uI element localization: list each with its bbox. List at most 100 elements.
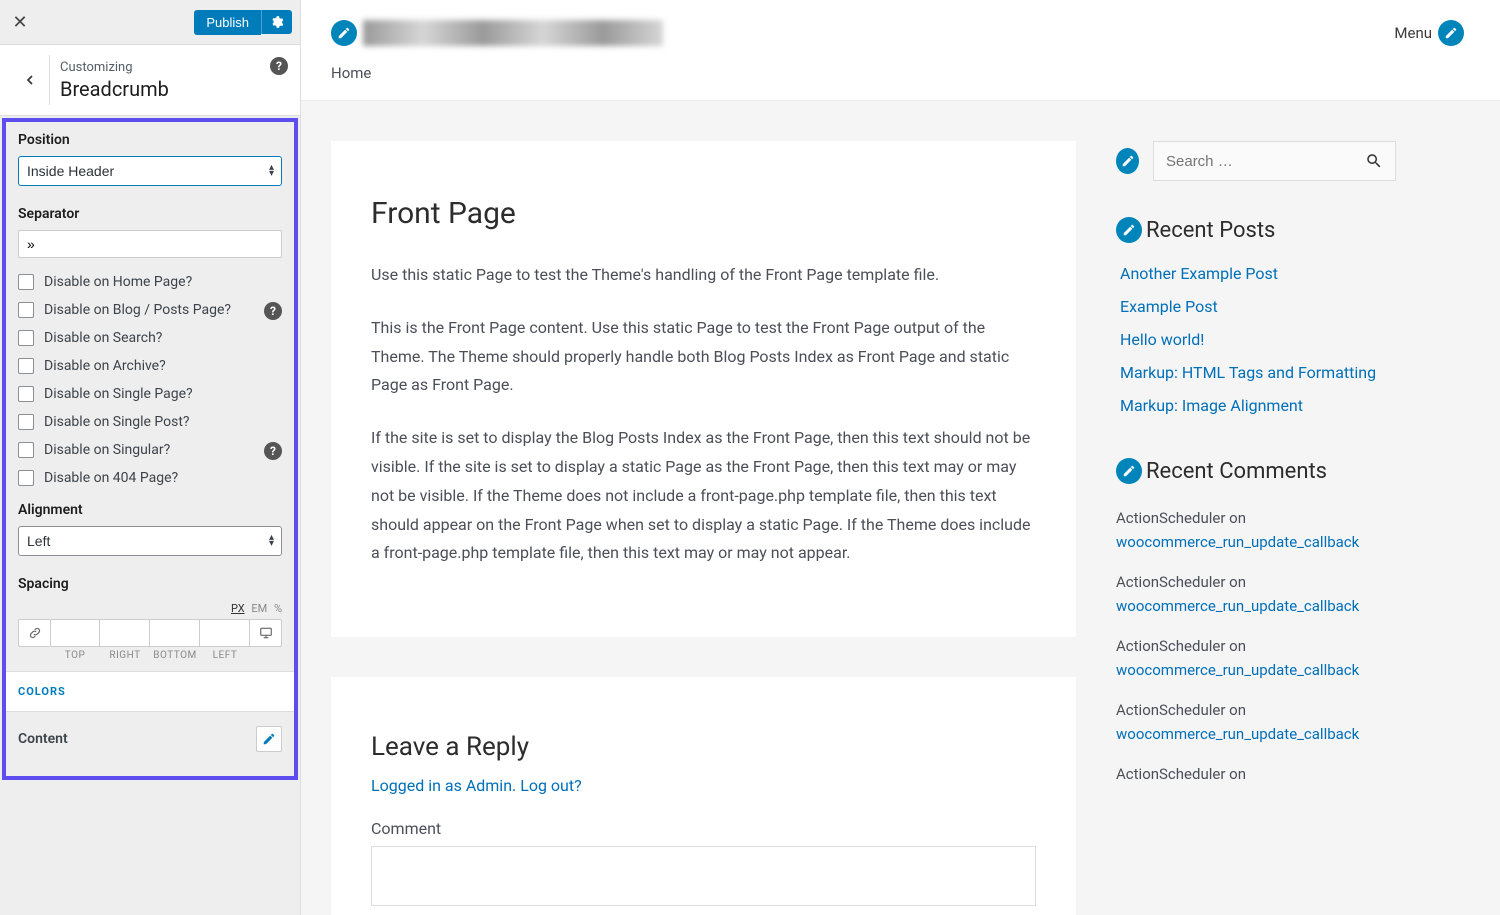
page-title: Front Page	[371, 196, 1036, 231]
site-title-redacted	[363, 20, 663, 46]
disable-archive-label[interactable]: Disable on Archive?	[44, 358, 166, 374]
section-header: Customizing Breadcrumb ?	[0, 45, 300, 116]
disable-blog-checkbox[interactable]	[18, 302, 34, 318]
disable-singular-label[interactable]: Disable on Singular?	[44, 442, 170, 458]
close-button[interactable]: ✕	[10, 12, 30, 32]
disable-single-post-checkbox[interactable]	[18, 414, 34, 430]
edit-shortcut-recent-comments[interactable]	[1116, 458, 1142, 484]
pencil-icon	[337, 26, 351, 40]
customizing-label: Customizing	[60, 60, 288, 75]
pencil-icon	[1444, 26, 1458, 40]
recent-posts-title: Recent Posts	[1146, 218, 1275, 243]
chevron-left-icon	[22, 72, 38, 88]
disable-search-checkbox[interactable]	[18, 330, 34, 346]
desktop-icon	[259, 626, 273, 640]
section-title: Breadcrumb	[60, 77, 288, 101]
disable-404-checkbox[interactable]	[18, 470, 34, 486]
spacing-units: PX EM %	[6, 602, 294, 615]
search-widget	[1116, 141, 1396, 181]
spacing-bottom-input[interactable]	[150, 619, 200, 647]
logout-link[interactable]: Log out?	[520, 776, 581, 795]
link-icon	[28, 626, 42, 640]
menu-label[interactable]: Menu	[1394, 24, 1432, 42]
colors-title: COLORS	[18, 685, 66, 698]
logged-in-link[interactable]: Logged in as Admin.	[371, 776, 516, 795]
publish-button[interactable]: Publish	[194, 10, 261, 35]
content-label: Content	[18, 731, 68, 747]
help-icon[interactable]: ?	[270, 57, 288, 75]
spacing-device-button[interactable]	[250, 619, 282, 647]
comment-link[interactable]: woocommerce_run_update_callback	[1116, 533, 1359, 551]
back-button[interactable]	[10, 55, 50, 105]
header-actions: Publish	[194, 10, 292, 35]
disable-singular-checkbox[interactable]	[18, 442, 34, 458]
spacing-top-input[interactable]	[50, 619, 100, 647]
spacing-unit-em[interactable]: EM	[251, 602, 267, 615]
disable-home-label[interactable]: Disable on Home Page?	[44, 274, 192, 290]
recent-post-link[interactable]: Markup: HTML Tags and Formatting	[1120, 363, 1376, 382]
edit-shortcut-menu[interactable]	[1438, 20, 1464, 46]
comment-label: Comment	[371, 819, 1036, 838]
preview-area: Menu Home Front Page Use this static Pag…	[301, 0, 1500, 915]
search-field[interactable]	[1153, 141, 1396, 181]
position-label: Position	[18, 132, 282, 148]
recent-post-link[interactable]: Markup: Image Alignment	[1120, 396, 1303, 415]
comment-link[interactable]: woocommerce_run_update_callback	[1116, 661, 1359, 679]
disable-single-page-label[interactable]: Disable on Single Page?	[44, 386, 193, 402]
recent-post-link[interactable]: Hello world!	[1120, 330, 1204, 349]
spacing-right-input[interactable]	[100, 619, 150, 647]
disable-blog-label[interactable]: Disable on Blog / Posts Page?	[44, 302, 231, 318]
content-edit-button[interactable]	[256, 726, 282, 752]
breadcrumb-home[interactable]: Home	[331, 64, 371, 82]
comment-item: ActionScheduler on woocommerce_run_updat…	[1116, 690, 1396, 754]
search-icon	[1365, 152, 1383, 170]
reply-title: Leave a Reply	[371, 732, 1036, 762]
alignment-label: Alignment	[18, 502, 282, 518]
content-para-3: If the site is set to display the Blog P…	[371, 424, 1036, 568]
spacing-left-input[interactable]	[200, 619, 250, 647]
edit-shortcut-search[interactable]	[1116, 148, 1139, 174]
controls-body: Position Inside Header ▴▾ Separator Disa…	[2, 118, 298, 780]
search-input[interactable]	[1166, 153, 1365, 170]
disable-single-post-label[interactable]: Disable on Single Post?	[44, 414, 190, 430]
edit-shortcut-recent-posts[interactable]	[1116, 217, 1142, 243]
publish-settings-button[interactable]	[261, 10, 292, 34]
disable-single-page-checkbox[interactable]	[18, 386, 34, 402]
comment-link[interactable]: woocommerce_run_update_callback	[1116, 725, 1359, 743]
comment-item: ActionScheduler on	[1116, 754, 1396, 794]
comment-link[interactable]: woocommerce_run_update_callback	[1116, 597, 1359, 615]
content-para-1: Use this static Page to test the Theme's…	[371, 261, 1036, 290]
spacing-unit-pct[interactable]: %	[274, 602, 282, 615]
help-icon[interactable]: ?	[264, 442, 282, 460]
comment-item: ActionScheduler on woocommerce_run_updat…	[1116, 626, 1396, 690]
spacing-link-button[interactable]	[18, 619, 50, 647]
comment-textarea[interactable]	[371, 846, 1036, 906]
separator-input[interactable]	[18, 230, 282, 258]
main-column: Front Page Use this static Page to test …	[331, 141, 1076, 915]
pencil-icon	[1122, 223, 1136, 237]
recent-comments-title: Recent Comments	[1146, 459, 1327, 484]
recent-comments-widget: Recent Comments ActionScheduler on wooco…	[1116, 458, 1396, 794]
pencil-icon	[1122, 464, 1136, 478]
pencil-icon	[262, 732, 276, 746]
content-section: Content	[6, 712, 294, 766]
preview-header: Menu	[301, 0, 1500, 46]
customizer-header: ✕ Publish	[0, 0, 300, 45]
edit-shortcut-site-title[interactable]	[331, 20, 357, 46]
recent-post-link[interactable]: Another Example Post	[1120, 264, 1278, 283]
disable-404-label[interactable]: Disable on 404 Page?	[44, 470, 178, 486]
spacing-label: Spacing	[18, 576, 282, 592]
alignment-select[interactable]: Left	[18, 526, 282, 556]
recent-post-link[interactable]: Example Post	[1120, 297, 1218, 316]
help-icon[interactable]: ?	[264, 302, 282, 320]
content-para-2: This is the Front Page content. Use this…	[371, 314, 1036, 400]
disable-archive-checkbox[interactable]	[18, 358, 34, 374]
colors-section[interactable]: COLORS	[6, 671, 294, 712]
disable-home-checkbox[interactable]	[18, 274, 34, 290]
position-select[interactable]: Inside Header	[18, 156, 282, 186]
comment-item: ActionScheduler on woocommerce_run_updat…	[1116, 498, 1396, 562]
disable-search-label[interactable]: Disable on Search?	[44, 330, 162, 346]
reply-card: Leave a Reply Logged in as Admin. Log ou…	[331, 677, 1076, 915]
comment-item: ActionScheduler on woocommerce_run_updat…	[1116, 562, 1396, 626]
spacing-unit-px[interactable]: PX	[231, 602, 245, 615]
